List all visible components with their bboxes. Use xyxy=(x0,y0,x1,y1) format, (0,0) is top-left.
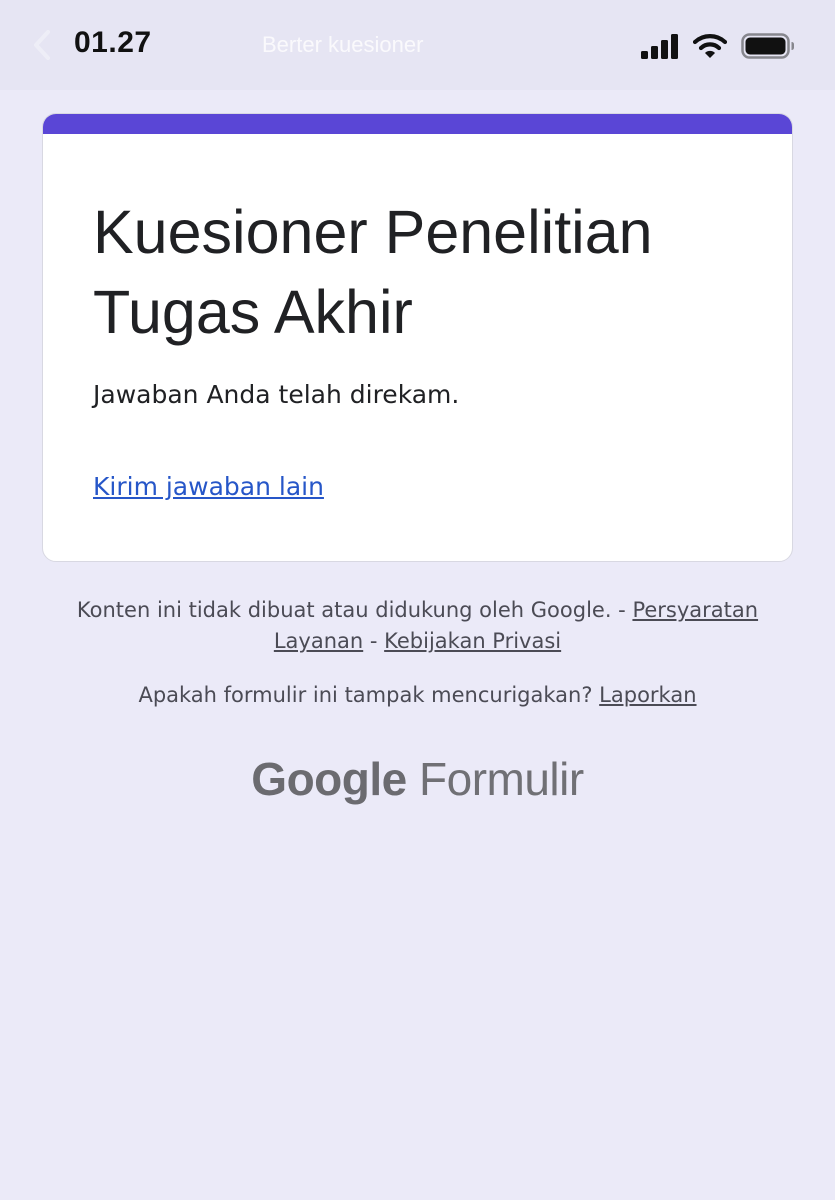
card-accent-bar xyxy=(43,114,792,134)
form-title: Kuesioner Penelitian Tugas Akhir xyxy=(93,198,653,346)
response-card: Kuesioner Penelitian Tugas Akhir Jawaban… xyxy=(42,113,793,562)
wifi-icon xyxy=(693,34,727,58)
brand-google: Google xyxy=(251,753,407,805)
footer-separator: - xyxy=(363,629,385,653)
brand-product: Formulir xyxy=(419,753,584,805)
footer-report: Apakah formulir ini tampak mencurigakan?… xyxy=(40,680,795,711)
confirmation-message: Jawaban Anda telah direkam. xyxy=(93,380,460,409)
status-icons xyxy=(641,30,795,62)
submit-another-response-link[interactable]: Kirim jawaban lain xyxy=(93,472,324,501)
disclaimer-text: Konten ini tidak dibuat atau didukung ol… xyxy=(76,598,633,622)
status-ghost-title: Berter kuesioner xyxy=(262,32,424,57)
report-link[interactable]: Laporkan xyxy=(599,683,696,707)
status-bar: 01.27 Berter kuesioner xyxy=(0,0,835,90)
status-time: 01.27 xyxy=(74,26,152,59)
battery-icon xyxy=(741,33,794,59)
back-chevron-icon[interactable] xyxy=(28,28,58,62)
google-forms-logo: Google Formulir xyxy=(0,752,835,806)
cellular-signal-icon xyxy=(641,34,678,59)
report-question: Apakah formulir ini tampak mencurigakan? xyxy=(138,683,600,707)
footer-disclaimer: Konten ini tidak dibuat atau didukung ol… xyxy=(60,595,775,657)
privacy-policy-link[interactable]: Kebijakan Privasi xyxy=(384,629,561,653)
